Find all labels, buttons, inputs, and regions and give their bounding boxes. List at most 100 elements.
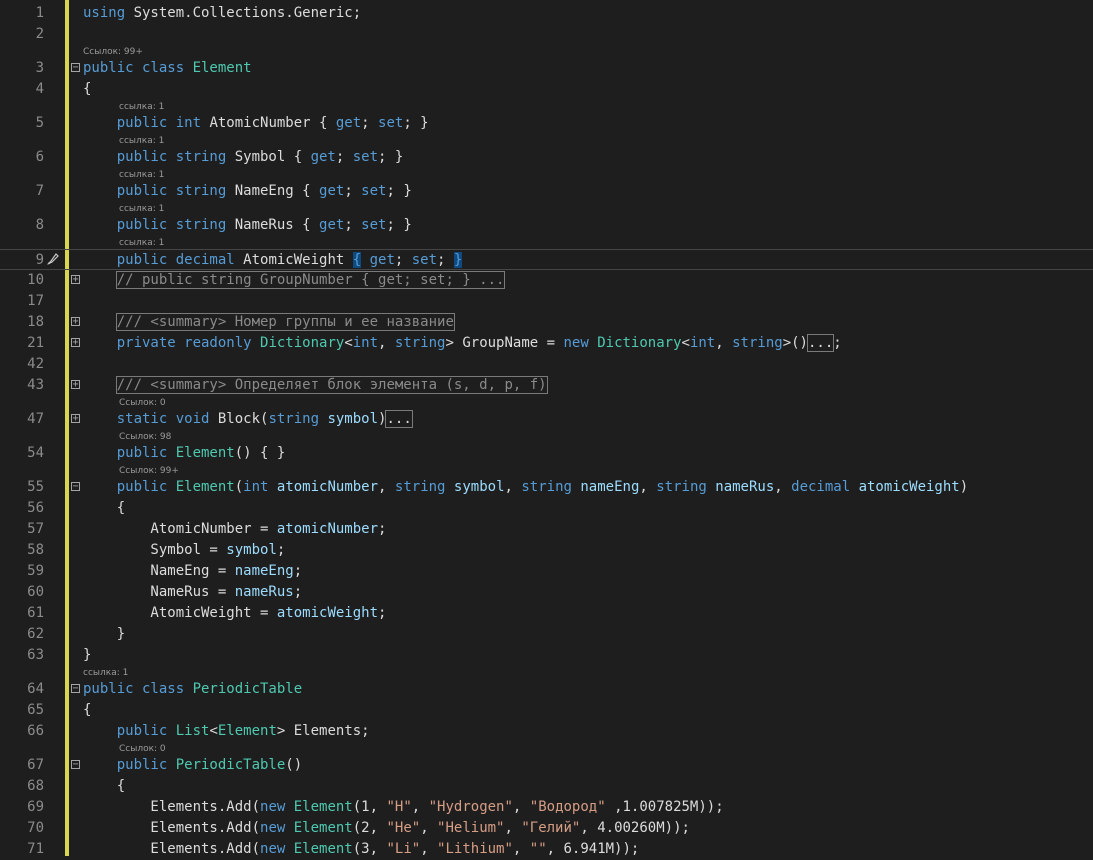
code-line[interactable]: 60 NameRus = nameRus; <box>0 582 1093 603</box>
collapsed-region[interactable]: /// <summary> Определяет блок элемента (… <box>115 376 548 394</box>
code-text[interactable]: public string NameRus { get; set; } <box>83 215 412 236</box>
code-line[interactable]: 61 AtomicWeight = atomicWeight; <box>0 603 1093 624</box>
code-token: ; <box>276 542 286 558</box>
codelens-references[interactable]: Ссылок: 98 <box>119 431 171 443</box>
code-text[interactable]: /// <summary> Определяет блок элемента (… <box>83 375 548 396</box>
code-text[interactable]: // public string GroupNumber { get; set;… <box>83 270 506 291</box>
code-line[interactable]: 42 <box>0 354 1093 375</box>
expand-region-icon[interactable]: + <box>71 338 80 348</box>
code-line[interactable]: 8 public string NameRus { get; set; } <box>0 215 1093 236</box>
code-text[interactable]: } <box>83 624 125 645</box>
code-text[interactable]: /// <summary> Номер группы и ее название <box>83 312 455 333</box>
code-text[interactable]: AtomicWeight = atomicWeight; <box>83 603 386 624</box>
code-text[interactable]: public List<Element> Elements; <box>83 721 370 742</box>
codelens-references[interactable]: Ссылок: 99+ <box>119 465 179 477</box>
code-line[interactable]: 67 − public PeriodicTable() <box>0 755 1093 776</box>
code-token: string <box>521 479 581 495</box>
code-text[interactable]: public PeriodicTable() <box>83 755 302 776</box>
code-token: Element <box>293 841 353 857</box>
code-line[interactable]: 63} <box>0 645 1093 666</box>
code-text[interactable]: using System.Collections.Generic; <box>83 3 361 24</box>
code-text[interactable]: private readonly Dictionary<int, string>… <box>83 333 842 354</box>
collapsed-region[interactable]: ... <box>385 410 413 428</box>
code-text[interactable]: Elements.Add(new Element(3, "Li", "Lithi… <box>83 839 639 860</box>
code-line[interactable]: 71 Elements.Add(new Element(3, "Li", "Li… <box>0 839 1093 860</box>
code-line[interactable]: 58 Symbol = symbol; <box>0 540 1093 561</box>
code-text[interactable]: public class PeriodicTable <box>83 679 302 700</box>
code-token: , <box>420 820 438 836</box>
code-line[interactable]: 3 − public class Element <box>0 58 1093 79</box>
code-text[interactable]: public class Element <box>83 58 252 79</box>
collapse-region-icon[interactable]: − <box>71 482 80 492</box>
code-line[interactable]: 2 <box>0 24 1093 45</box>
code-line[interactable]: 54 public Element() { } <box>0 443 1093 464</box>
collapsed-region[interactable]: // public string GroupNumber { get; set;… <box>115 271 506 289</box>
code-line[interactable]: 6 public string Symbol { get; set; } <box>0 147 1093 168</box>
code-editor[interactable]: 1 using System.Collections.Generic; 2 Ссыло… <box>0 0 1093 857</box>
code-line[interactable]: 7 public string NameEng { get; set; } <box>0 181 1093 202</box>
codelens-references[interactable]: ссылка: 1 <box>119 101 164 113</box>
code-text[interactable]: AtomicNumber = atomicNumber; <box>83 519 386 540</box>
expand-region-icon[interactable]: + <box>71 317 80 327</box>
collapse-region-icon[interactable]: − <box>71 684 80 694</box>
code-line[interactable]: 21 + private readonly Dictionary<int, str… <box>0 333 1093 354</box>
quick-actions-brush-icon[interactable] <box>46 252 60 266</box>
code-line[interactable]: 18 + /// <summary> Номер группы и ее назв… <box>0 312 1093 333</box>
code-token: AtomicNumber { <box>209 115 336 131</box>
code-line[interactable]: 56 { <box>0 498 1093 519</box>
code-text[interactable]: { <box>83 700 91 721</box>
code-token: < <box>681 335 690 351</box>
code-text[interactable]: public Element() { } <box>83 443 286 464</box>
collapse-region-icon[interactable]: − <box>71 760 80 770</box>
code-text[interactable]: } <box>83 645 91 666</box>
collapse-region-icon[interactable]: − <box>71 63 80 73</box>
line-number: 65 <box>27 702 44 718</box>
codelens-references[interactable]: Ссылок: 99+ <box>83 46 143 58</box>
code-text[interactable]: Elements.Add(new Element(1, "H", "Hydrog… <box>83 797 723 818</box>
collapsed-region[interactable]: ... <box>806 334 835 352</box>
code-text[interactable]: { <box>83 498 125 519</box>
codelens-references[interactable]: ссылка: 1 <box>119 135 164 147</box>
code-text[interactable]: { <box>83 776 125 797</box>
code-line[interactable]: 9 public decimal AtomicWeight { get; set… <box>0 249 1093 270</box>
code-line[interactable]: 55 − public Element(int atomicNumber, str… <box>0 477 1093 498</box>
code-line[interactable]: 4{ <box>0 79 1093 100</box>
codelens-references[interactable]: Ссылок: 0 <box>119 397 166 409</box>
expand-region-icon[interactable]: + <box>71 380 80 390</box>
code-text[interactable]: { <box>83 79 91 100</box>
code-text[interactable]: public int AtomicNumber { get; set; } <box>83 113 429 134</box>
code-line[interactable]: 70 Elements.Add(new Element(2, "He", "He… <box>0 818 1093 839</box>
code-text[interactable]: public string NameEng { get; set; } <box>83 181 412 202</box>
code-line[interactable]: 5 public int AtomicNumber { get; set; } <box>0 113 1093 134</box>
expand-region-icon[interactable]: + <box>71 414 80 424</box>
code-text[interactable]: NameRus = nameRus; <box>83 582 302 603</box>
codelens-references[interactable]: ссылка: 1 <box>83 667 128 679</box>
code-line[interactable]: 59 NameEng = nameEng; <box>0 561 1093 582</box>
code-line[interactable]: 69 Elements.Add(new Element(1, "H", "Hyd… <box>0 797 1093 818</box>
code-text[interactable]: static void Block(string symbol)... <box>83 409 413 430</box>
code-line[interactable]: 64 − public class PeriodicTable <box>0 679 1093 700</box>
code-text[interactable]: NameEng = nameEng; <box>83 561 302 582</box>
code-line[interactable]: 10 + // public string GroupNumber { get; … <box>0 270 1093 291</box>
codelens-references[interactable]: Ссылок: 0 <box>119 743 166 755</box>
code-line[interactable]: 1 using System.Collections.Generic; <box>0 3 1093 24</box>
codelens-references[interactable]: ссылка: 1 <box>119 203 164 215</box>
codelens-references[interactable]: ссылка: 1 <box>119 169 164 181</box>
code-token: ; <box>344 217 362 233</box>
code-line[interactable]: 43 + /// <summary> Определяет блок элемен… <box>0 375 1093 396</box>
code-line[interactable]: 65 { <box>0 700 1093 721</box>
code-text[interactable]: public Element(int atomicNumber, string … <box>83 477 968 498</box>
code-text[interactable]: public string Symbol { get; set; } <box>83 147 404 168</box>
code-line[interactable]: 62 } <box>0 624 1093 645</box>
code-line[interactable]: 57 AtomicNumber = atomicNumber; <box>0 519 1093 540</box>
codelens-references[interactable]: ссылка: 1 <box>119 237 164 249</box>
code-line[interactable]: 17 <box>0 291 1093 312</box>
code-text[interactable]: public decimal AtomicWeight { get; set; … <box>83 250 463 271</box>
code-text[interactable]: Symbol = symbol; <box>83 540 285 561</box>
code-line[interactable]: 68 { <box>0 776 1093 797</box>
expand-region-icon[interactable]: + <box>71 275 80 285</box>
code-text[interactable]: Elements.Add(new Element(2, "He", "Heliu… <box>83 818 690 839</box>
code-line[interactable]: 66 public List<Element> Elements; <box>0 721 1093 742</box>
code-line[interactable]: 47 + static void Block(string symbol)... <box>0 409 1093 430</box>
collapsed-region[interactable]: /// <summary> Номер группы и ее название <box>115 313 455 331</box>
